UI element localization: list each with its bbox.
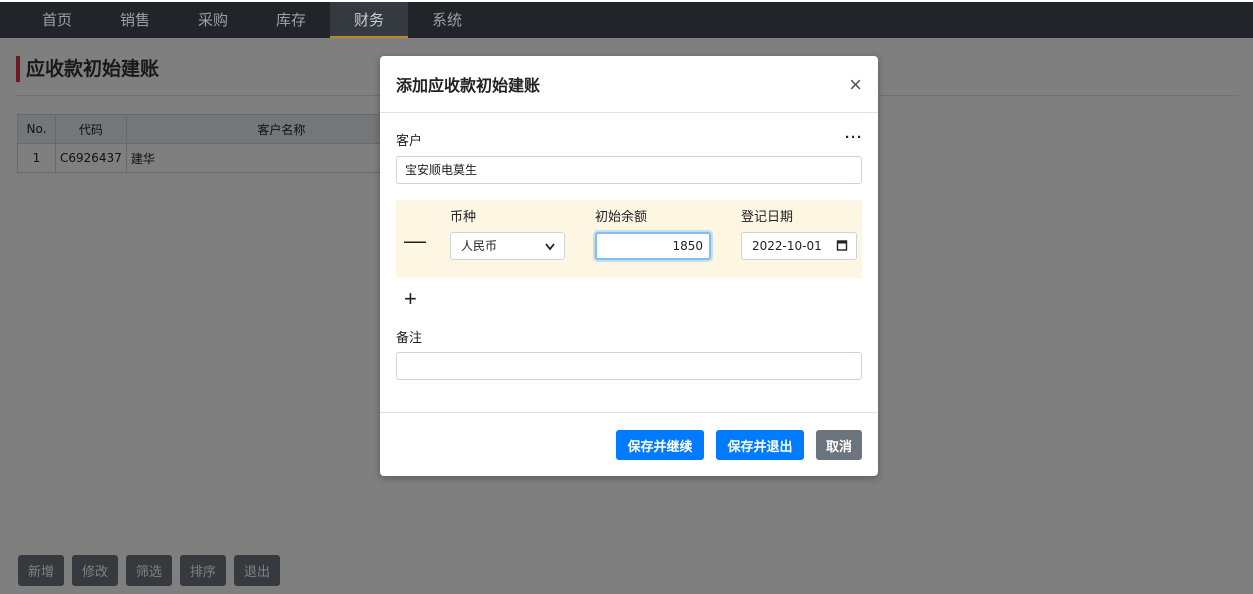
nav-item-system[interactable]: 系统 (410, 2, 484, 38)
initial-balance-input[interactable]: 1850 (595, 232, 711, 260)
nav-item-home[interactable]: 首页 (20, 2, 94, 38)
chevron-down-icon (544, 234, 556, 269)
save-exit-button[interactable]: 保存并退出 (716, 430, 804, 460)
more-options-icon[interactable]: ··· (845, 129, 863, 146)
add-receivable-dialog: 添加应收款初始建账 × 客户 ··· 宝安顺电莫生 币种 初始余额 登记日期 —… (380, 56, 878, 476)
cancel-button[interactable]: 取消 (816, 430, 862, 460)
save-continue-button[interactable]: 保存并继续 (616, 430, 704, 460)
register-date-input[interactable]: 2022-10-01 (741, 232, 857, 260)
remove-row-icon[interactable]: — (404, 230, 426, 252)
currency-row: 币种 初始余额 登记日期 — 人民币 1850 2022-10-01 (396, 200, 862, 278)
remark-label: 备注 (396, 331, 423, 346)
top-nav: 首页 销售 采购 库存 财务 系统 (0, 0, 1253, 38)
nav-item-inventory[interactable]: 库存 (254, 2, 328, 38)
add-row-icon[interactable]: + (404, 288, 417, 310)
modal-header: 添加应收款初始建账 × (380, 56, 878, 113)
close-icon[interactable]: × (849, 74, 862, 96)
remark-field[interactable] (396, 352, 862, 380)
nav-item-sales[interactable]: 销售 (98, 2, 172, 38)
balance-label: 初始余额 (595, 210, 648, 225)
currency-select[interactable]: 人民币 (450, 232, 565, 260)
calendar-icon[interactable] (836, 233, 848, 268)
date-label: 登记日期 (741, 210, 794, 225)
modal-title: 添加应收款初始建账 (396, 76, 541, 95)
nav-item-finance[interactable]: 财务 (330, 2, 408, 38)
customer-label: 客户 (396, 134, 423, 149)
register-date-value: 2022-10-01 (752, 239, 822, 253)
modal-footer-divider (380, 412, 878, 413)
currency-label: 币种 (450, 210, 477, 225)
nav-item-purchase[interactable]: 采购 (176, 2, 250, 38)
customer-field[interactable]: 宝安顺电莫生 (396, 156, 862, 184)
currency-select-value: 人民币 (461, 239, 498, 253)
